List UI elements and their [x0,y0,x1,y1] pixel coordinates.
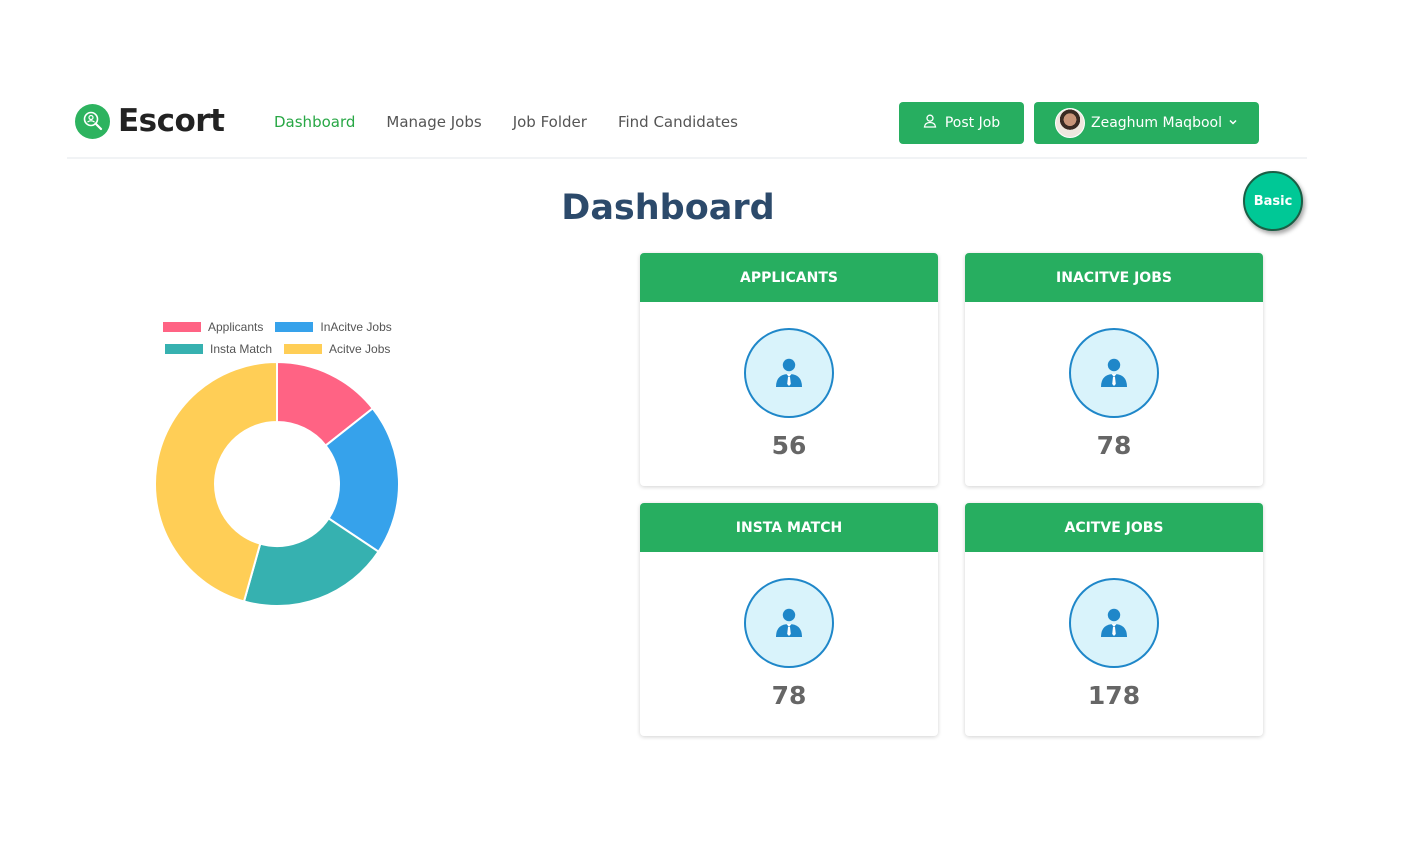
person-icon [744,328,834,418]
stat-card-inactive-jobs[interactable]: INACITVE JOBS 78 [965,253,1263,486]
navbar: Escort Dashboard Manage Jobs Job Folder … [67,95,1307,159]
card-title: APPLICANTS [640,253,938,302]
magnifier-logo-icon [75,103,110,139]
person-icon [1069,578,1159,668]
chart-legend: Applicants InAcitve Jobs Insta Match Aci… [163,316,403,360]
person-icon [1069,328,1159,418]
nav-find-candidates[interactable]: Find Candidates [618,113,738,131]
brand-logo[interactable]: Escort [75,103,225,139]
user-icon [923,114,937,132]
legend-swatch [163,322,201,332]
legend-swatch [284,344,323,354]
chevron-down-icon [1228,115,1238,131]
doughnut-chart [154,360,400,607]
card-title: INACITVE JOBS [965,253,1263,302]
legend-item-inactive-jobs[interactable]: InAcitve Jobs [275,320,392,334]
nav-manage-jobs[interactable]: Manage Jobs [386,113,481,131]
stat-card-insta-match[interactable]: INSTA MATCH 78 [640,503,938,736]
page-title: Dashboard [561,188,775,228]
card-title: ACITVE JOBS [965,503,1263,552]
brand-name: Escort [118,103,225,139]
legend-swatch [165,344,203,354]
card-title: INSTA MATCH [640,503,938,552]
legend-label: Applicants [208,320,264,334]
user-menu-button[interactable]: Zeaghum Maqbool [1034,102,1259,144]
stat-card-active-jobs[interactable]: ACITVE JOBS 178 [965,503,1263,736]
card-value: 178 [1087,681,1141,710]
legend-swatch [275,322,314,332]
person-icon [744,578,834,668]
main-nav: Dashboard Manage Jobs Job Folder Find Ca… [274,113,738,131]
legend-item-applicants[interactable]: Applicants [163,320,263,334]
legend-label: Insta Match [210,342,273,356]
stat-card-applicants[interactable]: APPLICANTS 56 [640,253,938,486]
legend-label: InAcitve Jobs [320,320,392,334]
legend-label: Acitve Jobs [329,342,391,356]
legend-item-active-jobs[interactable]: Acitve Jobs [284,342,390,356]
user-name: Zeaghum Maqbool [1091,115,1222,131]
post-job-button[interactable]: Post Job [899,102,1024,144]
avatar [1055,108,1086,138]
card-value: 78 [1096,431,1132,460]
card-value: 56 [771,431,807,460]
legend-item-insta-match[interactable]: Insta Match [165,342,272,356]
nav-dashboard[interactable]: Dashboard [274,113,355,131]
post-job-label: Post Job [944,115,1001,131]
nav-job-folder[interactable]: Job Folder [513,113,587,131]
card-value: 78 [771,681,807,710]
